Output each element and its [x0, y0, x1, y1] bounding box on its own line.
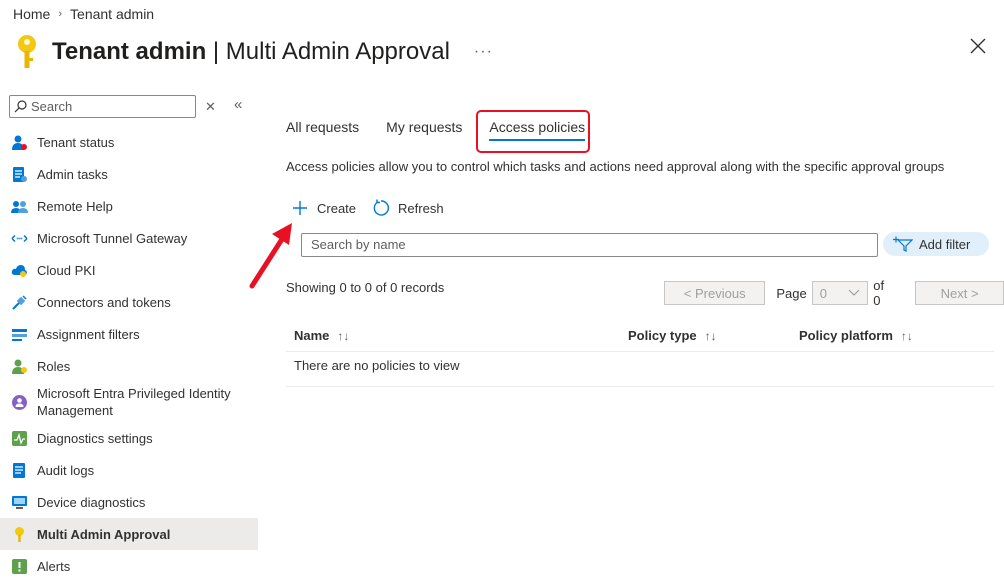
sidebar-item-microsoft-tunnel-gateway[interactable]: Microsoft Tunnel Gateway [0, 222, 258, 254]
sidebar-item-label: Connectors and tokens [37, 294, 171, 310]
roles-icon [12, 359, 27, 374]
add-filter-icon [893, 236, 913, 252]
search-by-name-input[interactable]: Search by name [301, 233, 878, 257]
refresh-label: Refresh [398, 200, 444, 216]
sort-icon: ↑↓ [337, 328, 350, 343]
refresh-icon [373, 199, 390, 216]
sidebar-item-assignment-filters[interactable]: Assignment filters [0, 318, 258, 350]
diagnostics-icon [12, 430, 27, 446]
pager: < Previous Page 0 of 0 Next > [664, 278, 1004, 308]
tab-my-requests[interactable]: My requests [386, 112, 462, 142]
breadcrumb: Home › Tenant admin [13, 6, 154, 22]
sidebar-item-connectors-and-tokens[interactable]: Connectors and tokens [0, 286, 258, 318]
alert-icon [12, 558, 27, 574]
key-icon [18, 35, 36, 68]
sidebar-item-label: Multi Admin Approval [37, 526, 171, 542]
tab-all-requests[interactable]: All requests [286, 112, 359, 142]
page-label: Page [776, 285, 807, 301]
page-select[interactable]: 0 [811, 281, 869, 305]
page-select-value: 0 [819, 285, 827, 301]
sidebar-nav: Tenant status Admin tasks Remote Help Mi… [0, 126, 258, 578]
sidebar-search-input[interactable]: Search [9, 95, 196, 118]
tab-highlight-box [476, 110, 590, 153]
records-count: Showing 0 to 0 of 0 records [286, 280, 445, 295]
breadcrumb-tenant-admin[interactable]: Tenant admin [70, 6, 154, 22]
create-button[interactable]: Create [291, 199, 356, 217]
sidebar-item-label: Tenant status [37, 134, 115, 150]
sidebar-item-label: Assignment filters [37, 326, 140, 342]
cloud-icon [11, 264, 27, 277]
search-icon [14, 100, 27, 113]
sidebar-item-roles[interactable]: Roles [0, 350, 258, 382]
sidebar-item-privileged-identity-management[interactable]: Microsoft Entra Privileged Identity Mana… [0, 382, 258, 422]
more-options-icon[interactable]: ··· [474, 43, 493, 61]
page-title: Tenant admin | Multi Admin Approval [52, 38, 450, 65]
sidebar-item-label: Alerts [37, 558, 71, 574]
page-total: of 0 [873, 278, 885, 308]
tunnel-icon [11, 234, 28, 242]
sidebar-item-cloud-pki[interactable]: Cloud PKI [0, 254, 258, 286]
sidebar-item-admin-tasks[interactable]: Admin tasks [0, 158, 258, 190]
page-header: Tenant admin | Multi Admin Approval ··· [14, 34, 493, 70]
key-icon [15, 526, 24, 542]
sidebar-item-diagnostics-settings[interactable]: Diagnostics settings [0, 422, 258, 454]
collapse-sidebar-icon[interactable]: « [234, 96, 242, 113]
previous-button[interactable]: < Previous [664, 281, 766, 305]
filter-list-icon [12, 328, 27, 341]
sort-icon: ↑↓ [704, 328, 717, 343]
annotation-arrow-icon [249, 223, 292, 289]
column-header-policy-platform[interactable]: Policy platform ↑↓ [799, 328, 913, 343]
sidebar-item-audit-logs[interactable]: Audit logs [0, 454, 258, 486]
people-icon [11, 200, 28, 213]
audit-icon [13, 462, 25, 478]
sidebar-item-label: Admin tasks [37, 166, 108, 182]
sidebar-item-label: Device diagnostics [37, 494, 146, 510]
sidebar-item-multi-admin-approval[interactable]: Multi Admin Approval [0, 518, 258, 550]
column-header-policy-type[interactable]: Policy type ↑↓ [628, 328, 717, 343]
next-button[interactable]: Next > [915, 281, 1004, 305]
sidebar-item-remote-help[interactable]: Remote Help [0, 190, 258, 222]
page-description: Access policies allow you to control whi… [286, 159, 945, 174]
device-icon [12, 495, 27, 509]
pim-icon [12, 394, 27, 410]
sidebar-item-label: Remote Help [37, 198, 113, 214]
policies-table: Name ↑↓ Policy type ↑↓ Policy platform ↑↓ T… [286, 318, 994, 387]
sidebar-item-label: Microsoft Tunnel Gateway [37, 230, 188, 246]
breadcrumb-home[interactable]: Home [13, 6, 50, 22]
sort-icon: ↑↓ [900, 328, 913, 343]
clear-search-icon[interactable]: ✕ [205, 99, 216, 115]
breadcrumb-separator: › [58, 8, 63, 20]
create-label: Create [317, 200, 357, 216]
tasks-icon [13, 166, 27, 182]
plus-icon [293, 201, 307, 215]
sidebar-item-label: Cloud PKI [37, 262, 96, 278]
sidebar-item-device-diagnostics[interactable]: Device diagnostics [0, 486, 258, 518]
refresh-button[interactable]: Refresh [372, 199, 444, 217]
column-header-name[interactable]: Name ↑↓ [294, 328, 349, 343]
close-icon[interactable] [968, 36, 988, 56]
chevron-down-icon [848, 289, 860, 296]
add-filter-label: Add filter [919, 236, 971, 252]
sidebar-search-placeholder: Search [31, 99, 73, 114]
sidebar-item-tenant-status[interactable]: Tenant status [0, 126, 258, 158]
sidebar-item-alerts[interactable]: Alerts [0, 550, 258, 578]
empty-table-message: There are no policies to view [286, 352, 994, 387]
sidebar-item-label: Roles [37, 358, 71, 374]
add-filter-button[interactable]: Add filter [883, 232, 989, 256]
table-header: Name ↑↓ Policy type ↑↓ Policy platform ↑↓ [286, 318, 994, 352]
connector-icon [12, 294, 27, 310]
toolbar: Create Refresh [291, 199, 460, 217]
sidebar-item-label: Microsoft Entra Privileged Identity Mana… [37, 386, 231, 418]
sidebar-item-label: Diagnostics settings [37, 430, 153, 446]
person-status-icon [12, 135, 27, 150]
sidebar-item-label: Audit logs [37, 462, 95, 478]
